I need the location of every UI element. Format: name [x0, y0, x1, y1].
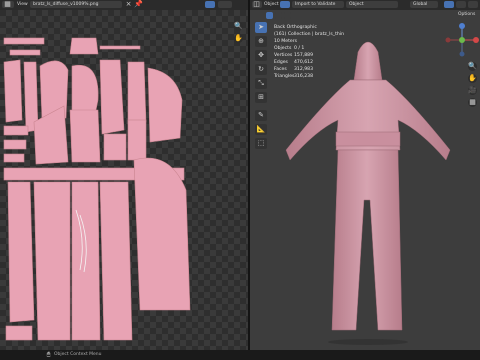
uv-island: [103, 133, 127, 161]
hood: [353, 41, 383, 81]
uv-island: [127, 61, 147, 125]
3d-viewport[interactable]: Options ➤ ⊕ ✥ ↻ ⤡ ⊞ ✎ 📐 ⬚ Back Orthograp…: [250, 10, 480, 350]
mode-selector[interactable]: [280, 1, 290, 8]
snap-button[interactable]: Import to Validate: [292, 1, 344, 8]
xray-button[interactable]: [468, 1, 478, 8]
display-channels-button[interactable]: [218, 1, 232, 8]
close-icon[interactable]: ×: [124, 0, 133, 9]
uv-island: [127, 119, 147, 161]
uv-island: [99, 59, 125, 135]
uv-island: [3, 153, 25, 163]
context-menu-hint: Object Context Menu: [54, 352, 102, 357]
uv-island: [3, 37, 45, 45]
uv-island: [99, 181, 133, 341]
uv-island: [3, 125, 29, 136]
pants: [331, 149, 403, 331]
uv-island: [9, 49, 41, 56]
uv-island: [147, 67, 183, 143]
uv-island: [99, 45, 141, 50]
shading-button[interactable]: [444, 1, 454, 8]
editor-type-button[interactable]: ▦: [2, 0, 14, 8]
hand-pan-icon[interactable]: ✋: [234, 34, 243, 43]
import-button[interactable]: Object: [346, 1, 398, 8]
uv-island: [3, 139, 27, 150]
hoodie-body: [285, 79, 451, 161]
orientation-value: Global: [413, 2, 428, 7]
uv-island: [133, 157, 191, 311]
uv-image-canvas[interactable]: [0, 10, 248, 350]
uv-island: [69, 37, 99, 55]
hoodie-waistband: [335, 131, 401, 147]
image-name-text: bratz_ls_diffuse_v1009%.png: [33, 2, 99, 7]
character-model[interactable]: [250, 10, 480, 350]
snap-label: Import to Validate: [295, 2, 336, 7]
image-name-field[interactable]: bratz_ls_diffuse_v1009%.png: [30, 1, 122, 8]
pin-icon[interactable]: 📌: [134, 0, 143, 9]
uv-menu-view[interactable]: View: [17, 1, 28, 8]
uv-island: [3, 59, 23, 123]
orientation-dropdown[interactable]: Global: [410, 1, 438, 8]
uv-islands: [3, 37, 191, 341]
cube-icon: ◫: [253, 0, 260, 8]
viewport-menu-object[interactable]: Object: [264, 1, 279, 8]
zoom-icon[interactable]: 🔍: [234, 22, 243, 31]
status-bar: 🖱 Object Context Menu: [0, 350, 480, 360]
mode-label: Object: [349, 2, 364, 7]
viewport-editor-type[interactable]: ◫: [252, 0, 262, 8]
uv-island: [7, 181, 35, 323]
uv-island: [69, 109, 101, 163]
uv-island: [33, 181, 71, 341]
image-editor-icon: ▦: [4, 0, 11, 8]
overlay-button[interactable]: [456, 1, 466, 8]
mouse-right-icon: 🖱: [46, 351, 51, 358]
uv-island: [5, 325, 33, 341]
view-mode-button[interactable]: [205, 1, 215, 8]
uv-island: [33, 105, 69, 165]
